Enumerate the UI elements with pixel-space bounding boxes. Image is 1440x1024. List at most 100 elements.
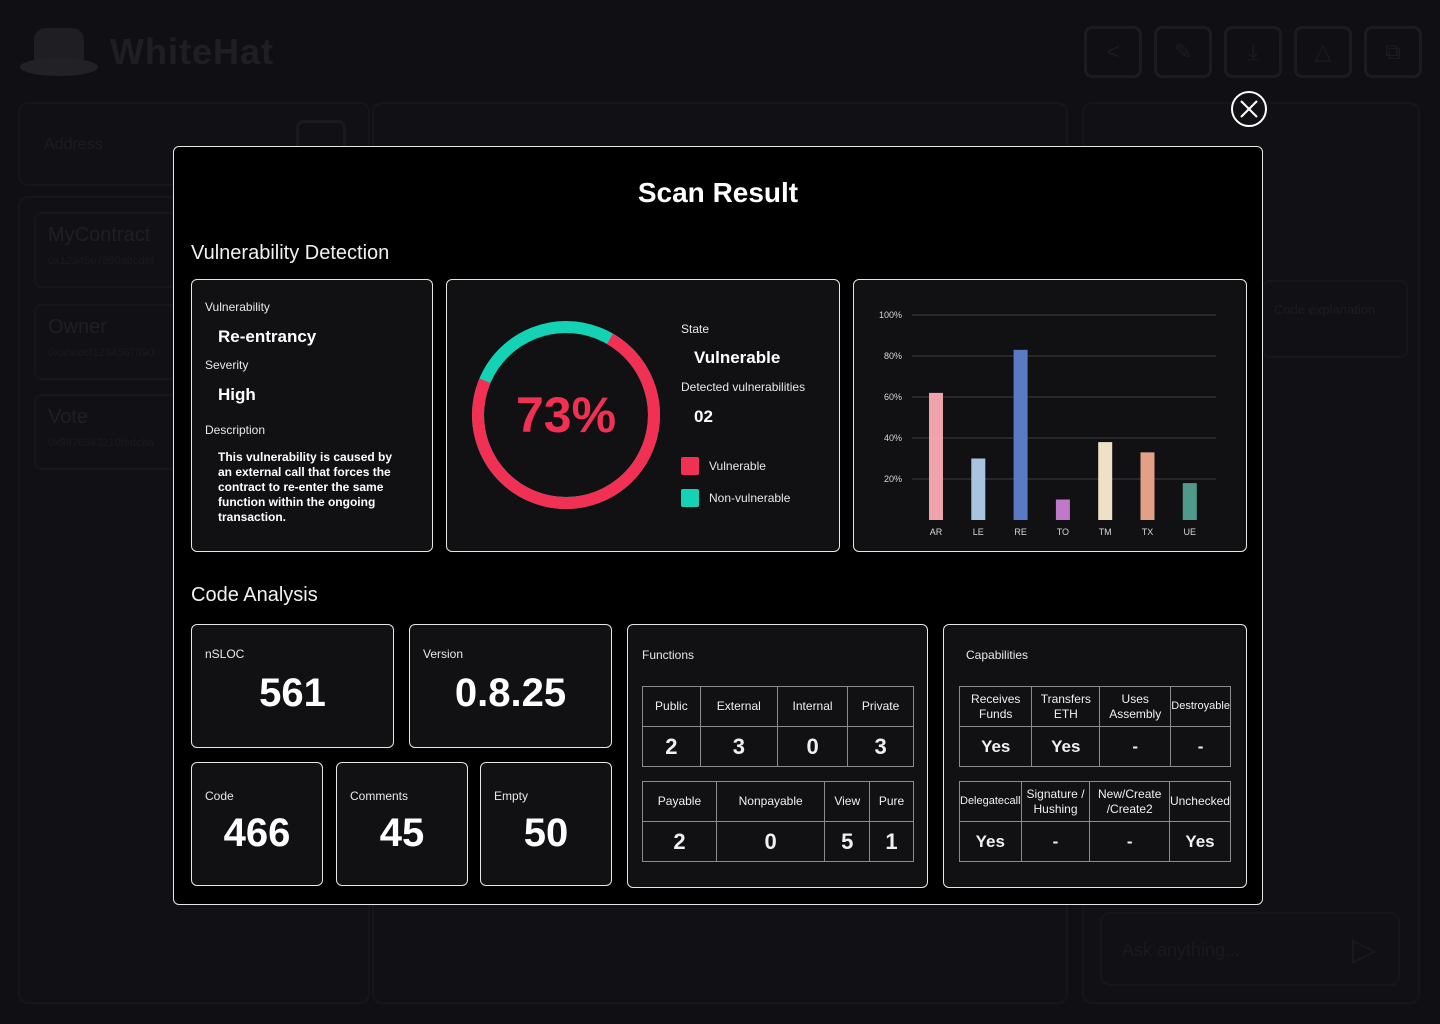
table-cell: - xyxy=(1020,821,1091,862)
y-tick-label: 40% xyxy=(884,433,902,443)
version-card: Version 0.8.25 xyxy=(409,624,612,748)
comments-value: 45 xyxy=(379,811,425,855)
close-icon xyxy=(1240,100,1258,118)
state-value: Vulnerable xyxy=(694,348,781,367)
severity-value: High xyxy=(218,385,256,404)
description-label: Description xyxy=(205,423,266,437)
table-cell: 0 xyxy=(776,726,849,767)
bar-tm xyxy=(1098,442,1113,520)
empty-value: 50 xyxy=(523,811,569,855)
nsloc-label: nSLOC xyxy=(205,647,245,661)
y-tick-label: 20% xyxy=(884,474,902,484)
scan-result-modal: Scan Result Vulnerability Detection Vuln… xyxy=(173,146,1263,905)
table-cell: - xyxy=(1099,726,1172,767)
version-value: 0.8.25 xyxy=(454,671,567,715)
x-tick-label: AR xyxy=(930,527,943,537)
x-tick-label: TM xyxy=(1099,527,1112,537)
bar-re xyxy=(1013,349,1028,520)
code-value: 466 xyxy=(223,811,291,855)
table-header: External xyxy=(699,686,778,727)
vulnerability-section-title: Vulnerability Detection xyxy=(191,242,390,264)
y-tick-label: 100% xyxy=(879,310,902,320)
legend-vulnerable: Vulnerable xyxy=(681,457,766,475)
table-header: Pure xyxy=(869,781,914,822)
modal-title: Scan Result xyxy=(637,177,799,208)
table-cell: Yes xyxy=(1031,726,1101,767)
bar-tx xyxy=(1140,452,1155,520)
legend-label: Non-vulnerable xyxy=(709,491,791,505)
table-header: Transfers ETH xyxy=(1031,686,1101,727)
x-tick-label: UE xyxy=(1184,527,1197,537)
table-cell: 5 xyxy=(824,821,871,862)
table-cell: 2 xyxy=(642,821,717,862)
table-header: Receives Funds xyxy=(958,686,1033,727)
y-tick-label: 80% xyxy=(884,351,902,361)
x-tick-label: TX xyxy=(1142,527,1154,537)
table-cell: Yes xyxy=(1168,821,1232,862)
table-header: Internal xyxy=(776,686,849,727)
table-header: Nonpayable xyxy=(715,781,826,822)
version-label: Version xyxy=(423,647,464,661)
table-cell: Yes xyxy=(959,821,1022,862)
state-label: State xyxy=(681,322,710,336)
functions-table-top: Public External Internal Private 2 3 0 3 xyxy=(642,686,914,767)
vulnerability-card: Vulnerability Re-entrancy Severity High … xyxy=(191,279,433,552)
bar-chart: 20% 40% 60% 80% 100% AR LE RE TO TM TX UE xyxy=(879,310,1216,537)
capabilities-card: Capabilities Receives Funds Transfers ET… xyxy=(943,624,1247,888)
table-header: Payable xyxy=(642,781,717,822)
severity-label: Severity xyxy=(205,358,249,372)
bar-le xyxy=(971,458,986,520)
code-lines-card: Code 466 xyxy=(191,762,323,886)
table-cell: 0 xyxy=(715,821,826,862)
bar-ar xyxy=(929,392,943,520)
capabilities-label: Capabilities xyxy=(966,648,1029,662)
vulnerability-label: Vulnerability xyxy=(205,300,270,314)
table-header: Signature / Hushing xyxy=(1020,781,1091,822)
empty-label: Empty xyxy=(494,789,529,803)
table-cell: 3 xyxy=(699,726,778,767)
legend-nonvulnerable: Non-vulnerable xyxy=(681,489,790,507)
comments-card: Comments 45 xyxy=(336,762,468,886)
empty-card: Empty 50 xyxy=(480,762,612,886)
functions-table-bottom: Payable Nonpayable View Pure 2 0 5 1 xyxy=(642,781,914,862)
table-header: Private xyxy=(847,686,914,727)
table-header: New/Create /Create2 xyxy=(1089,781,1170,822)
functions-card: Functions Public External Internal Priva… xyxy=(627,624,928,888)
capabilities-table-top: Receives Funds Transfers ETH Uses Assemb… xyxy=(958,686,1231,767)
table-header: Public xyxy=(642,686,701,727)
legend-swatch xyxy=(681,489,699,507)
table-cell: 1 xyxy=(869,821,914,862)
x-tick-label: RE xyxy=(1014,527,1027,537)
table-header: Delegatecall xyxy=(959,781,1022,822)
detected-label: Detected vulnerabilities xyxy=(681,380,806,394)
legend-swatch xyxy=(681,457,699,475)
table-header: View xyxy=(824,781,871,822)
bar-to xyxy=(1055,499,1070,520)
vulnerability-bar-chart-card: 20% 40% 60% 80% 100% AR LE RE TO TM TX UE xyxy=(853,279,1247,552)
table-cell: 2 xyxy=(642,726,701,767)
table-header: Unchecked xyxy=(1168,781,1232,822)
table-header: Uses Assembly xyxy=(1099,686,1172,727)
table-cell: Yes xyxy=(958,726,1033,767)
nsloc-card: nSLOC 561 xyxy=(191,624,394,748)
vulnerability-value: Re-entrancy xyxy=(218,327,317,346)
table-cell: 3 xyxy=(847,726,914,767)
table-header: Destroyable xyxy=(1170,686,1231,727)
functions-label: Functions xyxy=(642,648,695,662)
table-cell: - xyxy=(1170,726,1231,767)
table-cell: - xyxy=(1089,821,1170,862)
state-card: 73% State Vulnerable Detected vulnerabil… xyxy=(446,279,840,552)
bar-ue xyxy=(1182,483,1197,520)
nsloc-value: 561 xyxy=(259,671,326,715)
detected-value: 02 xyxy=(694,407,713,426)
y-tick-label: 60% xyxy=(884,392,902,402)
comments-label: Comments xyxy=(350,789,409,803)
code-section-title: Code Analysis xyxy=(191,584,318,606)
capabilities-table-bottom: Delegatecall Signature / Hushing New/Cre… xyxy=(959,781,1232,862)
code-label: Code xyxy=(205,789,234,803)
vulnerability-percent: 73% xyxy=(515,387,617,443)
close-button[interactable] xyxy=(1231,91,1267,127)
x-tick-label: TO xyxy=(1057,527,1069,537)
description-text: This vulnerability is caused by an exter… xyxy=(218,450,393,524)
legend-label: Vulnerable xyxy=(709,459,766,473)
